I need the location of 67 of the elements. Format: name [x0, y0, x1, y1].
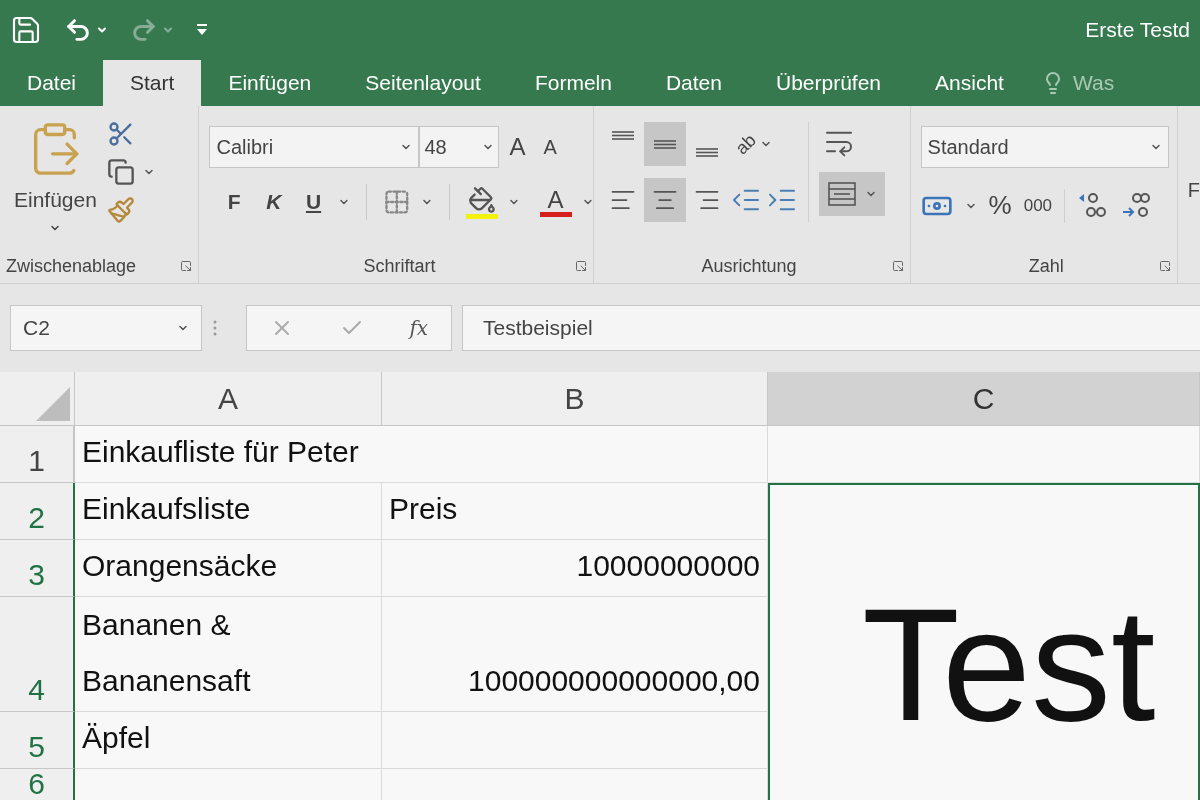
- dialog-launcher-icon[interactable]: [891, 260, 904, 272]
- name-box[interactable]: C2: [10, 305, 202, 351]
- table-cell: 10000000000: [382, 540, 768, 597]
- paste-button[interactable]: Einfügen: [14, 118, 97, 249]
- customize-toolbar-icon[interactable]: [196, 23, 208, 37]
- borders-icon[interactable]: [383, 188, 411, 216]
- bold-button[interactable]: F: [219, 186, 250, 218]
- table-cell: Bananen & Bananensaft: [75, 597, 382, 712]
- row-header[interactable]: 1: [0, 426, 75, 483]
- align-bottom-icon: [695, 148, 720, 157]
- percent-button[interactable]: %: [988, 186, 1012, 225]
- row-header[interactable]: 6: [0, 769, 75, 800]
- undo-icon[interactable]: [64, 16, 92, 44]
- fill-color-icon[interactable]: [465, 185, 498, 219]
- table-cell: Äpfel: [75, 712, 382, 769]
- ribbon-tab[interactable]: Formeln: [507, 60, 639, 106]
- merged-cell[interactable]: Test: [768, 483, 1200, 800]
- ribbon-tab[interactable]: Daten: [638, 60, 749, 106]
- copy-icon[interactable]: [106, 158, 135, 186]
- ribbon-tab[interactable]: Datei: [0, 60, 104, 106]
- italic-button[interactable]: K: [259, 186, 289, 218]
- merge-center-button[interactable]: [819, 172, 886, 216]
- font-name-field[interactable]: Calibri: [209, 126, 420, 168]
- orientation-button[interactable]: ab: [736, 130, 773, 158]
- row-header[interactable]: 2: [0, 483, 75, 540]
- align-top-icon: [611, 131, 636, 140]
- align-center-button[interactable]: [644, 178, 687, 222]
- font-size-field[interactable]: 48: [419, 126, 500, 168]
- ribbon-tab[interactable]: Start: [103, 60, 202, 106]
- window-title: Erste Testd: [1085, 17, 1190, 44]
- dialog-launcher-icon[interactable]: [575, 260, 588, 272]
- row-header[interactable]: 4: [0, 597, 75, 712]
- table-cell: 100000000000000,00: [382, 597, 768, 712]
- row-header[interactable]: 5: [0, 712, 75, 769]
- align-middle-button[interactable]: [644, 122, 687, 166]
- font-color-button[interactable]: A: [539, 187, 572, 217]
- insert-function-button[interactable]: fx: [409, 313, 429, 343]
- grow-font-button[interactable]: A: [509, 135, 526, 159]
- thousands-separator-button[interactable]: 000: [1023, 192, 1053, 219]
- underline-button[interactable]: U: [298, 186, 329, 218]
- dialog-launcher-icon[interactable]: [1158, 260, 1171, 272]
- column-header[interactable]: C: [768, 372, 1200, 426]
- group-label: Ausrichtung: [701, 254, 797, 278]
- table-cell: Preis: [382, 483, 768, 540]
- column-header[interactable]: A: [75, 372, 382, 426]
- table-cell: Einkaufliste für Peter: [75, 426, 768, 483]
- group-label: Schriftart: [363, 254, 436, 278]
- group-label: Zahl: [1028, 254, 1064, 278]
- merge-cells-icon: [827, 181, 858, 207]
- table-cell: Einkaufsliste: [75, 483, 382, 540]
- align-middle-icon: [653, 139, 678, 149]
- dialog-launcher-icon[interactable]: [180, 260, 193, 272]
- number-format-field[interactable]: Standard: [920, 126, 1169, 168]
- drag-handle-icon[interactable]: [212, 319, 218, 337]
- ribbon-tab[interactable]: Seitenlayout: [338, 60, 508, 106]
- column-header[interactable]: B: [382, 372, 768, 426]
- formula-field[interactable]: Testbeispiel: [462, 305, 1200, 351]
- save-icon[interactable]: [10, 14, 42, 46]
- paintbrush-icon[interactable]: [106, 196, 135, 224]
- ribbon-tab[interactable]: Einfügen: [201, 60, 339, 106]
- group-label: Zwischenablage: [6, 254, 137, 278]
- group-label: F: [1187, 177, 1200, 203]
- ribbon-tab[interactable]: Ansicht: [908, 60, 1031, 106]
- shrink-font-button[interactable]: A: [543, 137, 557, 157]
- ribbon-tab[interactable]: Überprüfen: [748, 60, 909, 106]
- row-header[interactable]: 3: [0, 540, 75, 597]
- table-cell: Orangensäcke: [75, 540, 382, 597]
